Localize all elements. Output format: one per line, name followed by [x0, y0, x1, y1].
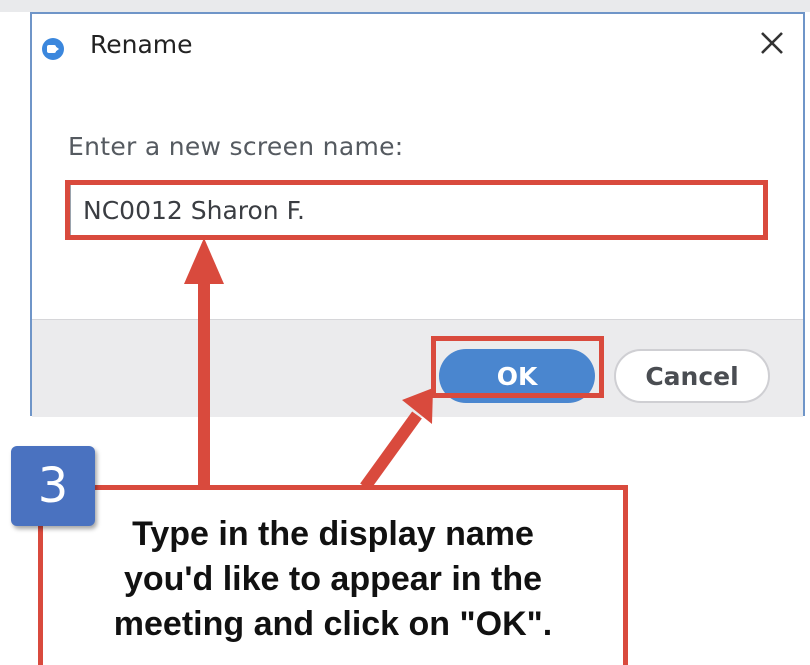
tutorial-screenshot: Rename Enter a new screen name: OK Cance…	[0, 0, 810, 665]
cancel-button[interactable]: Cancel	[614, 349, 770, 403]
screen-name-input[interactable]	[70, 182, 764, 238]
zoom-camera-icon	[42, 38, 64, 60]
rename-dialog: Rename Enter a new screen name: OK Cance…	[30, 12, 805, 417]
close-icon[interactable]	[755, 26, 789, 60]
ok-button[interactable]: OK	[439, 349, 595, 403]
instruction-callout: Type in the display name you'd like to a…	[38, 485, 628, 665]
step-number-badge: 3	[11, 446, 95, 526]
screen-name-label: Enter a new screen name:	[68, 132, 404, 161]
dialog-titlebar: Rename	[32, 14, 803, 76]
camera-lens-shape	[55, 46, 59, 52]
dialog-title: Rename	[90, 30, 193, 59]
instruction-line-2: you'd like to appear in the	[123, 560, 543, 598]
close-button[interactable]	[755, 26, 789, 60]
instruction-line-3: meeting and click on "OK".	[113, 605, 553, 643]
instruction-line-1: Type in the display name	[132, 515, 534, 553]
instruction-text: Type in the display name you'd like to a…	[43, 512, 623, 647]
dialog-footer: OK Cancel	[32, 319, 803, 417]
background-strip	[0, 0, 810, 12]
